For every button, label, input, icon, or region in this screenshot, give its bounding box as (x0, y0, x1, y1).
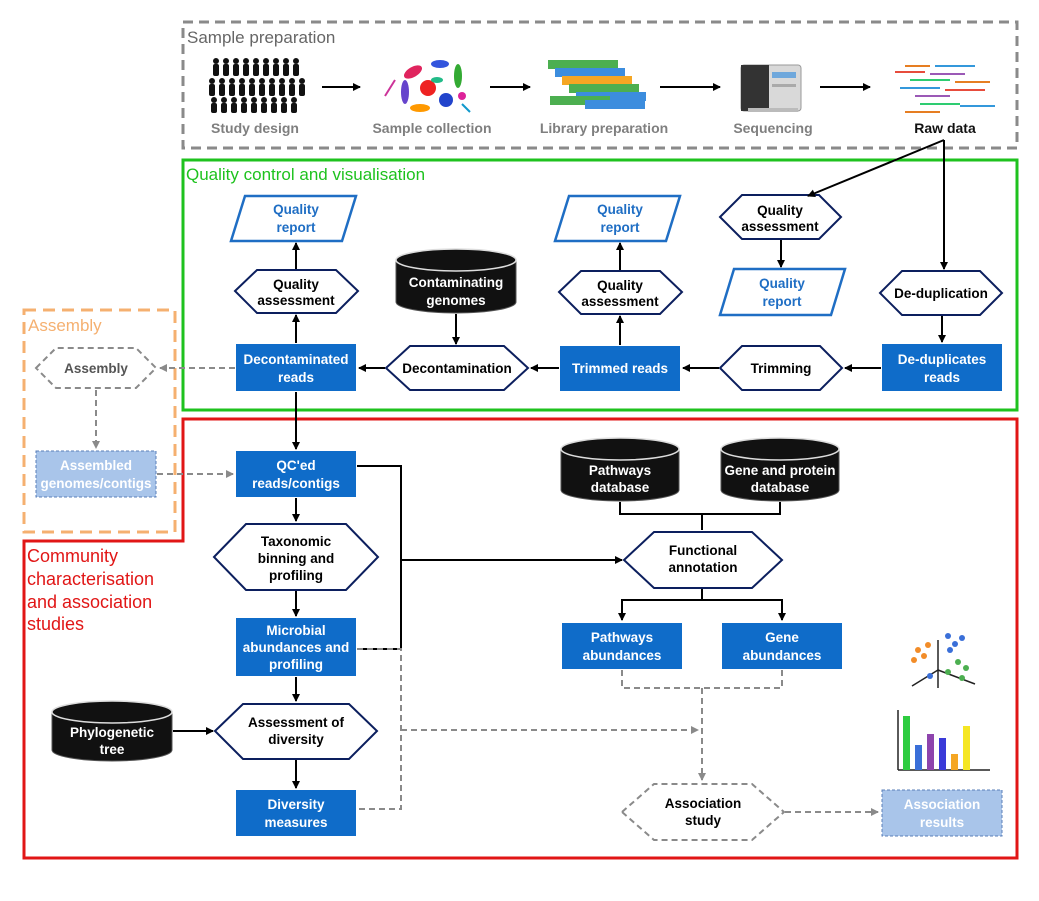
taxonomic-binning-line-1: Taxonomic (261, 534, 332, 549)
raw-data-label: Raw data (914, 120, 976, 136)
quality-assessment-2-line-1: Quality (597, 278, 643, 293)
pathways-database-line-1: Pathways (589, 463, 651, 478)
library-strips-icon (548, 60, 646, 109)
qced-reads-line-2: reads/contigs (252, 476, 340, 491)
connector-databases (619, 502, 781, 530)
phylogenetic-tree-line-2: tree (100, 742, 125, 757)
assessment-diversity-line-1: Assessment of (248, 715, 345, 730)
community-frame (22, 417, 1019, 860)
phylogenetic-tree-line-1: Phylogenetic (70, 725, 155, 740)
raw-reads-icon (895, 65, 995, 113)
community-title-line-2: characterisation (27, 569, 154, 589)
deduplicated-reads-line-2: reads (924, 370, 960, 385)
sequencing-label: Sequencing (733, 120, 812, 136)
library-preparation-label: Library preparation (540, 120, 668, 136)
quality-assessment-3-line-1: Quality (757, 203, 803, 218)
quality-report-3-line-1: Quality (759, 276, 805, 291)
sequencer-icon (740, 64, 802, 112)
people-silhouettes-icon (209, 58, 305, 113)
connector-functional-split (622, 589, 782, 601)
gene-protein-database-line-2: database (751, 480, 810, 495)
association-results-line-1: Association (904, 797, 981, 812)
diversity-measures-line-1: Diversity (267, 797, 325, 812)
gene-protein-database-line-1: Gene and protein (724, 463, 835, 478)
sample-collection-label: Sample collection (372, 120, 491, 136)
community-title-line-3: and association (27, 592, 152, 612)
association-study-node (620, 783, 786, 841)
association-results-line-2: results (920, 815, 964, 830)
scatter-plot-icon (911, 633, 976, 688)
quality-report-3-line-2: report (762, 294, 802, 309)
quality-control-title: Quality control and visualisation (186, 165, 425, 184)
functional-annotation-line-2: annotation (669, 560, 738, 575)
association-study-line-2: study (685, 813, 721, 828)
assessment-diversity-line-2: diversity (268, 732, 324, 747)
community-title-line-1: Community (27, 546, 118, 566)
bar-chart-icon (897, 710, 990, 771)
deduplication-label: De-duplication (894, 286, 988, 301)
association-study-line-1: Association (665, 796, 742, 811)
decontaminated-reads-line-1: Decontaminated (243, 352, 348, 367)
quality-report-2-line-1: Quality (597, 202, 643, 217)
quality-assessment-3-line-2: assessment (741, 219, 819, 234)
diversity-measures-line-2: measures (264, 815, 327, 830)
quality-report-1-line-2: report (276, 220, 316, 235)
pathways-database-line-2: database (591, 480, 650, 495)
contaminating-genomes-line-2: genomes (426, 293, 485, 308)
assembly-label: Assembly (64, 361, 128, 376)
microbial-abundances-line-2: abundances and (243, 640, 350, 655)
assembled-genomes-line-2: genomes/contigs (40, 476, 151, 491)
quality-report-2-line-2: report (600, 220, 640, 235)
taxonomic-binning-line-3: profiling (269, 568, 323, 583)
gene-abundances-line-1: Gene (765, 630, 799, 645)
microbes-icon (384, 60, 471, 113)
decontaminated-reads-line-2: reads (278, 370, 314, 385)
workflow-diagram: Sample preparation Quality control and v… (22, 20, 1019, 860)
quality-assessment-1-line-2: assessment (257, 293, 335, 308)
connector-abundances-dashed (621, 670, 783, 778)
decontamination-label: Decontamination (402, 361, 512, 376)
functional-annotation-line-1: Functional (669, 543, 737, 558)
pathways-abundances-line-2: abundances (583, 648, 662, 663)
qced-reads-line-1: QC'ed (276, 458, 315, 473)
quality-report-1-line-1: Quality (273, 202, 319, 217)
assembly-frame (22, 308, 177, 534)
taxonomic-binning-line-2: binning and (258, 551, 335, 566)
trimmed-reads-label: Trimmed reads (572, 361, 668, 376)
quality-assessment-2-line-2: assessment (581, 294, 659, 309)
gene-abundances-line-2: abundances (743, 648, 822, 663)
study-design-label: Study design (211, 120, 299, 136)
quality-assessment-1-line-1: Quality (273, 277, 319, 292)
microbial-abundances-line-1: Microbial (266, 623, 325, 638)
assembled-genomes-line-1: Assembled (60, 458, 132, 473)
contaminating-genomes-line-1: Contaminating (409, 275, 504, 290)
pathways-abundances-line-1: Pathways (591, 630, 653, 645)
deduplicated-reads-line-1: De-duplicates (898, 352, 987, 367)
assembly-title: Assembly (28, 316, 102, 335)
sample-preparation-title: Sample preparation (187, 28, 335, 47)
community-title-line-4: studies (27, 614, 84, 634)
microbial-abundances-line-3: profiling (269, 657, 323, 672)
arrow-raw-to-assessment (807, 139, 945, 198)
trimming-label: Trimming (751, 361, 812, 376)
